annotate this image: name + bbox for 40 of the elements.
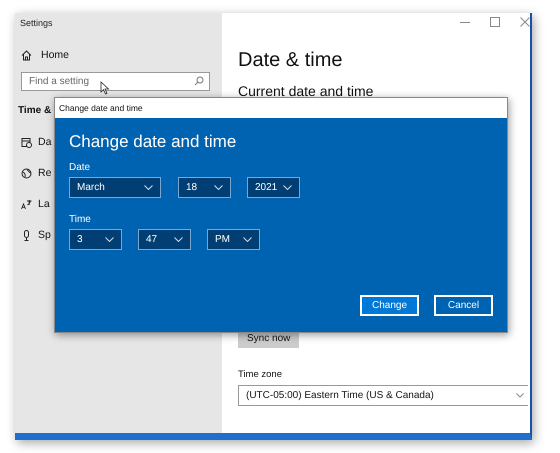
window-title: Settings <box>20 18 54 28</box>
dialog-heading: Change date and time <box>69 132 238 152</box>
maximize-icon[interactable] <box>490 17 500 27</box>
dropdown[interactable]: 3 <box>69 229 122 250</box>
nav-item[interactable]: La <box>21 198 50 210</box>
search-field[interactable]: Find a setting <box>21 72 210 91</box>
search-icon <box>194 76 204 86</box>
globe-icon <box>21 168 32 178</box>
chevron-icon <box>214 185 223 190</box>
section-heading: Current date and time <box>238 83 374 99</box>
nav-item[interactable]: Da <box>21 136 52 148</box>
chevron-icon <box>174 237 183 242</box>
page-title: Date & time <box>238 49 344 72</box>
field-label: Date <box>69 162 92 173</box>
dropdown[interactable]: March <box>69 177 161 198</box>
change-button[interactable]: Change <box>360 295 419 316</box>
dropdown[interactable]: 18 <box>178 177 231 198</box>
home-link[interactable]: Home <box>21 49 222 61</box>
nav-item[interactable]: Re <box>21 167 52 179</box>
nav-item[interactable]: Sp <box>21 229 51 241</box>
dropdown[interactable]: 47 <box>138 229 191 250</box>
cancel-button[interactable]: Cancel <box>434 295 493 316</box>
close-icon[interactable] <box>520 17 530 27</box>
calendar-icon <box>21 136 32 148</box>
home-icon <box>21 50 32 60</box>
microphone-icon <box>21 230 32 240</box>
chevron-icon <box>283 185 292 190</box>
chevron-icon <box>243 237 252 242</box>
section-heading: Time & <box>18 105 52 116</box>
chevron-icon <box>516 393 524 398</box>
time-zone-dropdown[interactable]: (UTC-05:00) Eastern Time (US & Canada) <box>238 385 528 406</box>
cursor-icon <box>100 81 110 95</box>
language-icon <box>21 198 32 210</box>
dialog-title: Change date and time <box>55 98 507 118</box>
chevron-icon <box>105 237 114 242</box>
field-label: Time zone <box>238 369 283 380</box>
chevron-icon <box>144 185 153 190</box>
dropdown[interactable]: 2021 <box>247 177 300 198</box>
dropdown[interactable]: PM <box>207 229 260 250</box>
field-label: Time <box>69 214 92 225</box>
